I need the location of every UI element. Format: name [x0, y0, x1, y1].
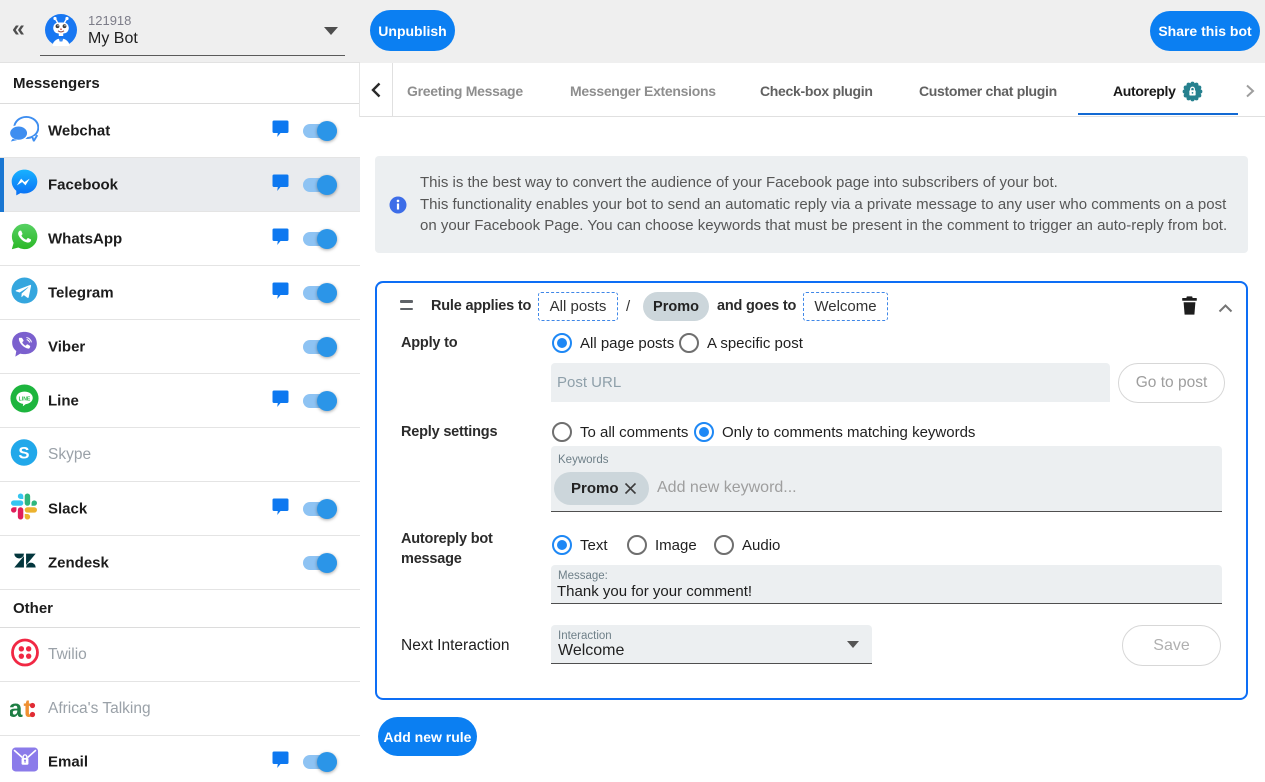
svg-text:LINE: LINE — [19, 396, 31, 402]
svg-text:S: S — [18, 443, 29, 462]
svg-text:a: a — [10, 695, 24, 721]
